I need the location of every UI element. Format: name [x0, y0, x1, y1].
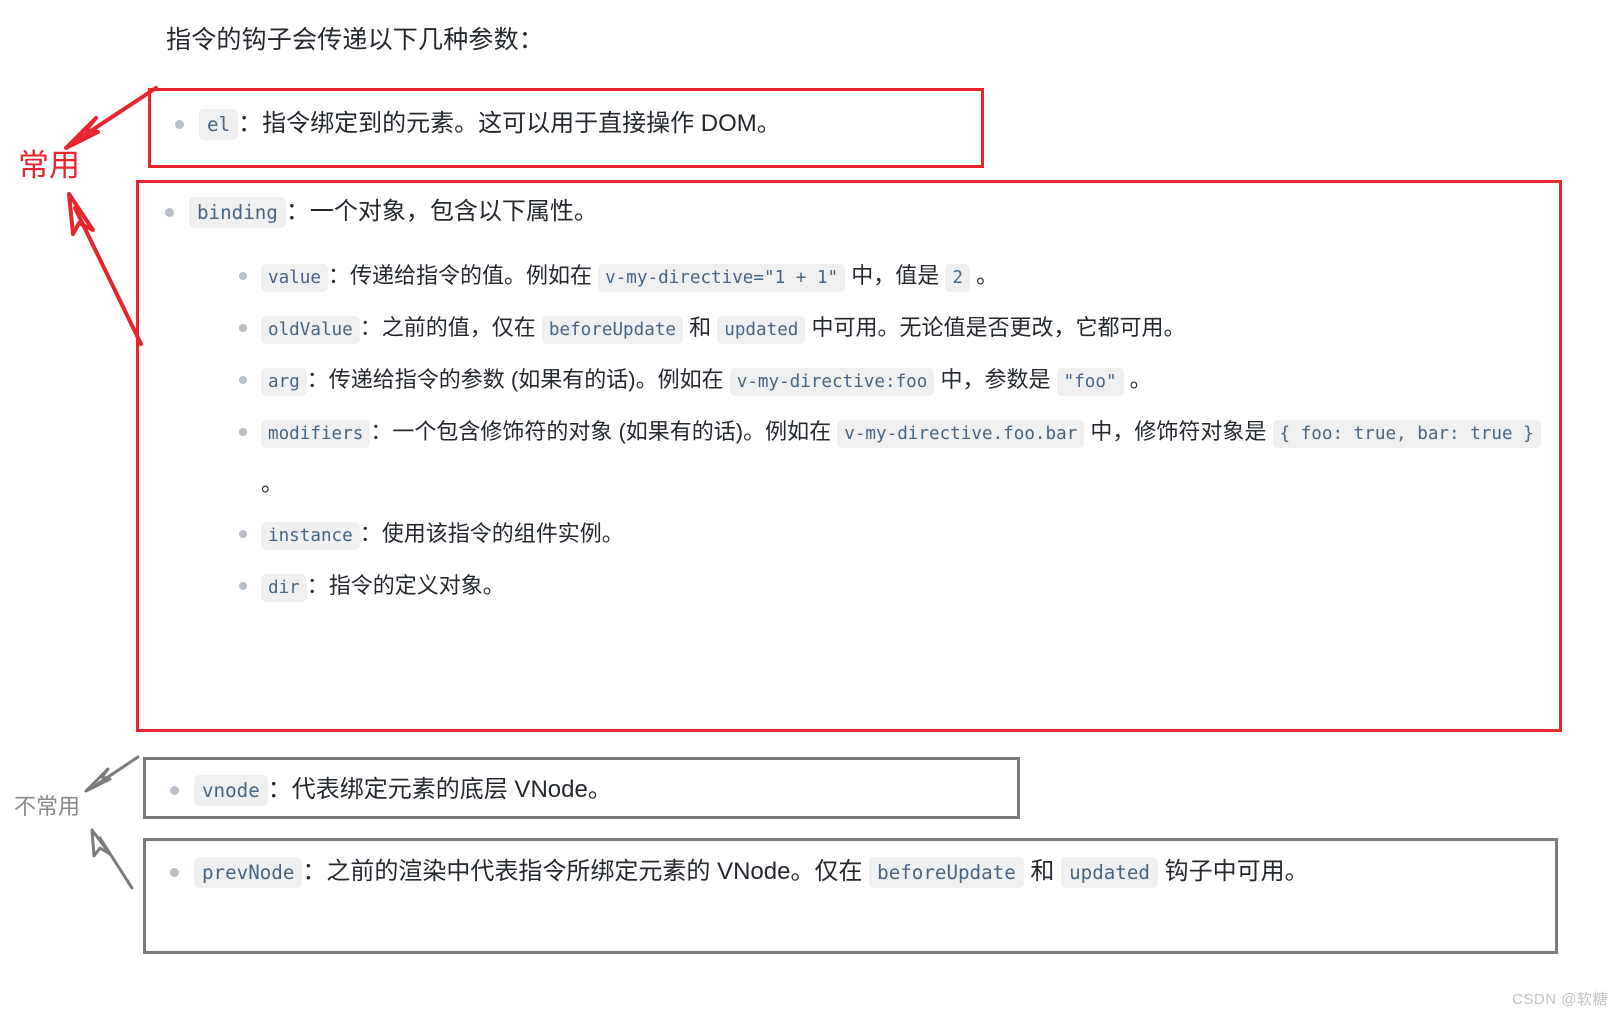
inline-code-chip: 2 — [945, 264, 970, 292]
param-list-binding: binding ：一个对象，包含以下属性。 value ：传递给指令的值。例如在 v… — [155, 188, 1550, 613]
list-item-modifiers: modifiers ：一个包含修饰符的对象 (如果有的话)。例如在 v-my-di… — [229, 407, 1550, 509]
inline-text: 之前的值，仅在 — [381, 315, 542, 340]
annotation-arrow-uncommon-upper — [84, 755, 140, 793]
list-item-vnode: vnode ：代表绑定元素的底层 VNode。 — [160, 766, 1010, 815]
code-chip-prevnode: prevNode — [194, 857, 303, 888]
list-item-value: value ：传递给指令的值。例如在 v-my-directive="1 + 1"… — [229, 251, 1550, 303]
inline-code-chip: "foo" — [1056, 368, 1124, 396]
inline-code-chip: beforeUpdate — [869, 857, 1024, 888]
description-el: 指令绑定到的元素。这可以用于直接操作 DOM。 — [262, 110, 781, 137]
inline-text: 传递给指令的值。例如在 — [349, 263, 599, 288]
colon-value: ： — [327, 263, 350, 288]
annotation-arrow-common-upper — [64, 86, 158, 150]
bullet-icon — [239, 376, 247, 384]
inline-text: 传递给指令的参数 (如果有的话)。例如在 — [328, 367, 730, 392]
description-dir: 指令的定义对象。 — [329, 573, 505, 598]
inline-text: 代表绑定元素的底层 VNode。 — [291, 776, 612, 803]
inline-text: 一个包含修饰符的对象 (如果有的话)。例如在 — [392, 419, 838, 444]
code-chip-value: value — [261, 264, 328, 292]
inline-text: 钩子中可用。 — [1157, 858, 1309, 885]
list-item-el: el ：指令绑定到的元素。这可以用于直接操作 DOM。 — [165, 100, 975, 149]
inline-code-chip: v-my-directive.foo.bar — [837, 420, 1085, 448]
colon-binding: ： — [285, 198, 310, 225]
description-arg: 传递给指令的参数 (如果有的话)。例如在 v-my-directive:foo … — [328, 367, 1152, 396]
binding-properties-list: value ：传递给指令的值。例如在 v-my-directive="1 + 1"… — [189, 251, 1550, 613]
bullet-icon — [239, 272, 247, 280]
bullet-icon — [170, 786, 179, 795]
inline-code-chip: beforeUpdate — [541, 316, 683, 344]
description-vnode: 代表绑定元素的底层 VNode。 — [292, 776, 612, 803]
inline-code-chip: { foo: true, bar: true } — [1272, 420, 1541, 448]
description-value: 传递给指令的值。例如在 v-my-directive="1 + 1" 中，值是 … — [349, 263, 999, 292]
colon-vnode: ： — [267, 776, 292, 803]
colon-instance: ： — [359, 521, 382, 546]
description-binding: 一个对象，包含以下属性。 — [309, 198, 598, 225]
description-modifiers: 一个包含修饰符的对象 (如果有的话)。例如在 v-my-directive.fo… — [261, 419, 1541, 496]
colon-oldValue: ： — [359, 315, 382, 340]
inline-text: 。 — [261, 471, 284, 496]
bullet-icon — [170, 868, 179, 877]
inline-text: 之前的渲染中代表指令所绑定元素的 VNode。仅在 — [326, 858, 870, 885]
bullet-icon — [239, 324, 247, 332]
list-item-dir: dir ：指令的定义对象。 — [229, 561, 1550, 613]
watermark: CSDN @软糖 — [1512, 991, 1608, 1008]
colon-arg: ： — [306, 367, 329, 392]
bullet-icon — [165, 208, 174, 217]
param-list-el: el ：指令绑定到的元素。这可以用于直接操作 DOM。 — [165, 100, 975, 149]
annotation-label-uncommon: 不常用 — [14, 794, 81, 819]
bullet-icon — [239, 582, 247, 590]
inline-code-chip: updated — [1061, 857, 1158, 888]
bullet-icon — [239, 428, 247, 436]
colon-modifiers: ： — [370, 419, 393, 444]
annotation-label-common: 常用 — [18, 148, 80, 183]
intro-text: 指令的钩子会传递以下几种参数： — [166, 26, 545, 54]
description-oldValue: 之前的值，仅在 beforeUpdate 和 updated 中可用。无论值是否… — [381, 315, 1186, 344]
inline-text: 中，值是 — [845, 263, 946, 288]
colon-el: ： — [238, 110, 263, 137]
code-chip-vnode: vnode — [194, 775, 268, 806]
list-item-prevnode: prevNode ：之前的渲染中代表指令所绑定元素的 VNode。仅在 befor… — [160, 848, 1550, 897]
inline-text: 使用该指令的组件实例。 — [381, 521, 624, 546]
inline-text: 指令的定义对象。 — [328, 573, 505, 598]
list-item-arg: arg ：传递给指令的参数 (如果有的话)。例如在 v-my-directive:… — [229, 355, 1550, 407]
colon-dir: ： — [306, 573, 329, 598]
param-list-vnode: vnode ：代表绑定元素的底层 VNode。 — [160, 766, 1010, 815]
code-chip-instance: instance — [261, 522, 360, 550]
code-chip-oldValue: oldValue — [261, 316, 360, 344]
inline-code-chip: v-my-directive:foo — [729, 368, 935, 396]
bullet-icon — [239, 530, 247, 538]
code-chip-dir: dir — [261, 574, 307, 602]
list-item-binding: binding ：一个对象，包含以下属性。 value ：传递给指令的值。例如在 v… — [155, 188, 1550, 613]
inline-text: 中，修饰符对象是 — [1084, 419, 1273, 444]
inline-text: 和 — [1023, 858, 1062, 885]
list-item-instance: instance ：使用该指令的组件实例。 — [229, 509, 1550, 561]
inline-text: 。 — [1123, 367, 1152, 392]
list-item-oldValue: oldValue ：之前的值，仅在 beforeUpdate 和 updated … — [229, 303, 1550, 355]
description-prevnode: 之前的渲染中代表指令所绑定元素的 VNode。仅在 beforeUpdate 和… — [326, 857, 1309, 888]
code-chip-el: el — [199, 109, 239, 140]
colon-prevnode: ： — [302, 858, 327, 885]
inline-text: 。 — [969, 263, 999, 288]
code-chip-modifiers: modifiers — [261, 420, 371, 448]
code-chip-binding: binding — [189, 197, 286, 228]
inline-text: 和 — [683, 315, 718, 340]
annotation-arrow-uncommon-lower — [90, 828, 134, 890]
code-chip-arg: arg — [261, 368, 307, 396]
inline-text: 中，参数是 — [934, 367, 1057, 392]
bullet-icon — [175, 120, 184, 129]
page-root: 指令的钩子会传递以下几种参数： el ：指令绑定到的元素。这可以用于直接操作 DO… — [0, 0, 1624, 1019]
inline-text: 中可用。无论值是否更改，它都可用。 — [805, 315, 1186, 340]
inline-code-chip: v-my-directive="1 + 1" — [598, 264, 846, 292]
inline-code-chip: updated — [717, 316, 806, 344]
description-instance: 使用该指令的组件实例。 — [382, 521, 624, 546]
param-list-prevnode: prevNode ：之前的渲染中代表指令所绑定元素的 VNode。仅在 befor… — [160, 848, 1550, 897]
